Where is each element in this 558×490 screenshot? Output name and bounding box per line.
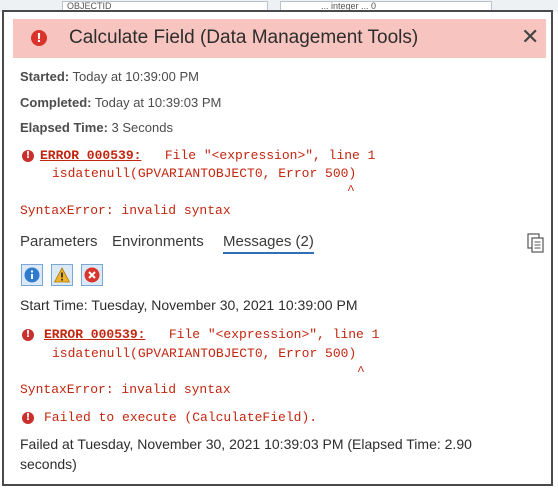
started-row: Started: Today at 10:39:00 PM xyxy=(20,69,199,84)
failed-execute-message: Failed to execute (CalculateField). xyxy=(44,410,318,425)
calculate-field-popup: ! Calculate Field (Data Management Tools… xyxy=(2,10,553,486)
syntax-error-text: SyntaxError: invalid syntax xyxy=(20,203,231,218)
message-error-line-1: ERROR 000539: File "<expression>", line … xyxy=(44,327,379,342)
error-line-1: ERROR 000539: File "<expression>", line … xyxy=(40,148,375,163)
error-icon: ! xyxy=(22,150,34,162)
elapsed-label: Elapsed Time: xyxy=(20,120,108,135)
warning-icon xyxy=(54,267,70,283)
title-bar: ! Calculate Field (Data Management Tools… xyxy=(13,19,546,58)
failed-at-message-line-2: seconds) xyxy=(20,456,77,472)
tab-messages[interactable]: Messages (2) xyxy=(223,233,314,254)
message-error-caret: ^ xyxy=(357,364,365,379)
error-caret: ^ xyxy=(347,183,355,198)
error-file-text: File "<expression>", line 1 xyxy=(141,148,376,163)
tab-parameters[interactable]: Parameters xyxy=(20,233,98,250)
close-icon[interactable]: ✕ xyxy=(521,24,539,52)
error-icon: ! xyxy=(22,412,34,424)
info-icon xyxy=(24,267,40,283)
error-filter-button[interactable] xyxy=(81,264,103,286)
info-filter-button[interactable] xyxy=(21,264,43,286)
error-icon xyxy=(84,267,100,283)
completed-value: Today at 10:39:03 PM xyxy=(94,95,222,110)
started-value: Today at 10:39:00 PM xyxy=(72,69,199,84)
completed-row: Completed: Today at 10:39:03 PM xyxy=(20,95,221,110)
message-syntax-error: SyntaxError: invalid syntax xyxy=(20,382,231,397)
failed-at-message-line-1: Failed at Tuesday, November 30, 2021 10:… xyxy=(20,436,472,452)
error-code-link[interactable]: ERROR 000539: xyxy=(40,148,141,163)
elapsed-value: 3 Seconds xyxy=(111,120,173,135)
error-code-link[interactable]: ERROR 000539: xyxy=(44,327,145,342)
start-time-message: Start Time: Tuesday, November 30, 2021 1… xyxy=(20,297,358,313)
copy-icon[interactable] xyxy=(527,233,545,253)
error-expression: isdatenull(GPVARIANTOBJECT0, Error 500) xyxy=(52,166,357,181)
completed-label: Completed: xyxy=(20,95,92,110)
elapsed-row: Elapsed Time: 3 Seconds xyxy=(20,120,173,135)
error-icon: ! xyxy=(31,30,47,46)
message-error-expression: isdatenull(GPVARIANTOBJECT0, Error 500) xyxy=(52,346,357,361)
started-label: Started: xyxy=(20,69,70,84)
error-file-text: File "<expression>", line 1 xyxy=(145,327,380,342)
tab-environments[interactable]: Environments xyxy=(112,233,204,250)
error-icon: ! xyxy=(22,329,34,341)
dialog-title: Calculate Field (Data Management Tools) xyxy=(69,27,419,48)
warning-filter-button[interactable] xyxy=(51,264,73,286)
